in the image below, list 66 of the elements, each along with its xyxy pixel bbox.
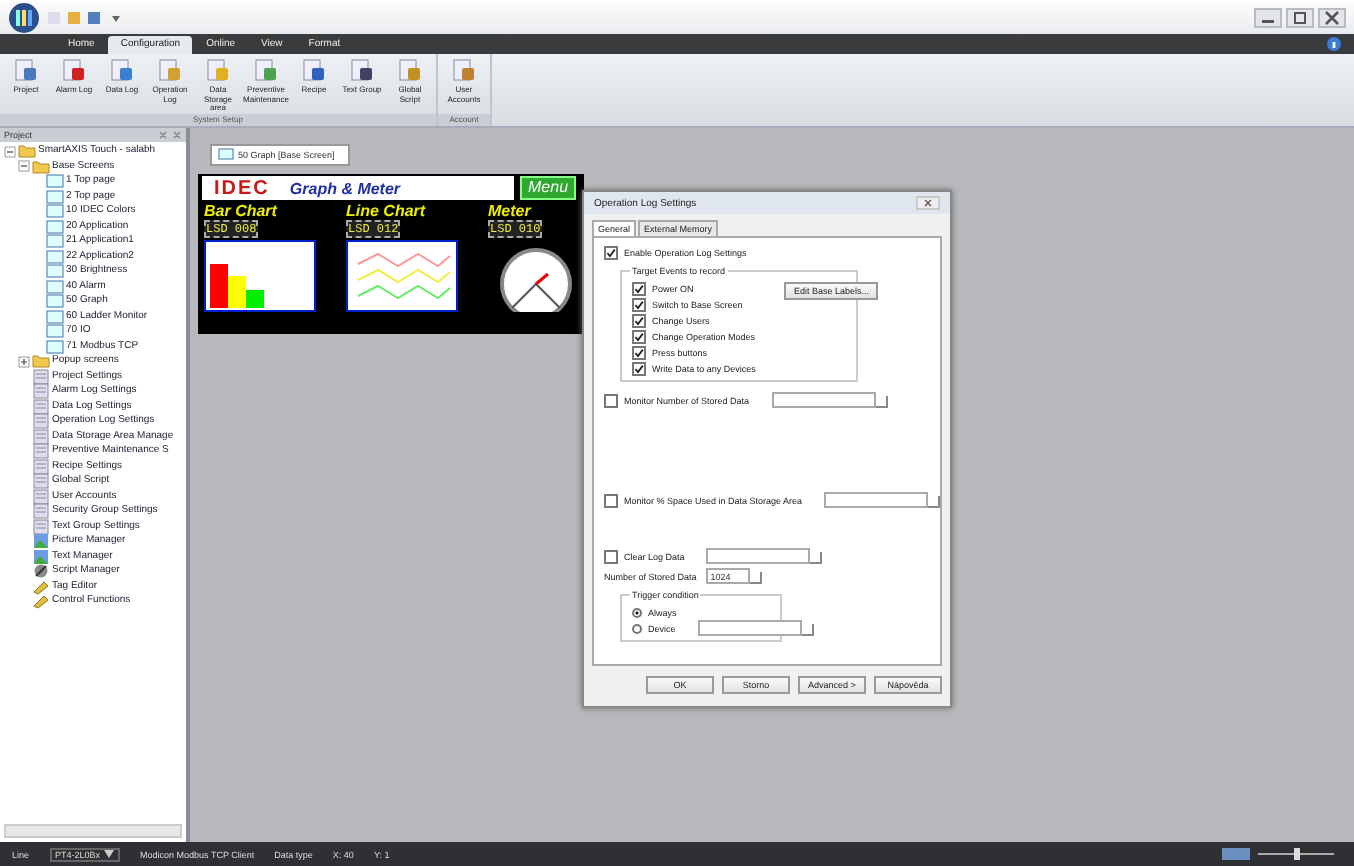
settings-icon: [32, 487, 50, 506]
collapse-icon[interactable]: [4, 145, 16, 158]
browse-button[interactable]: [928, 496, 941, 508]
radio-button[interactable]: [632, 623, 642, 633]
scrollbar[interactable]: [4, 824, 182, 838]
browse-button[interactable]: [875, 396, 888, 408]
document-icon: [110, 58, 134, 82]
settings-icon: [32, 397, 50, 416]
browse-button[interactable]: [801, 624, 814, 636]
document-icon: [350, 58, 374, 82]
settings-icon: [32, 517, 50, 536]
logo-text: IDEC: [214, 177, 270, 199]
settings-icon: [32, 457, 50, 476]
checkbox[interactable]: [604, 493, 618, 507]
checkbox[interactable]: [604, 245, 618, 259]
settings-icon: [32, 382, 50, 401]
document-icon: [206, 58, 230, 82]
settings-icon: [32, 367, 50, 386]
checkbox[interactable]: [632, 297, 646, 311]
pin-close-icon: [158, 129, 182, 141]
input-field[interactable]: [771, 392, 876, 408]
input-field[interactable]: [697, 620, 802, 636]
checkbox[interactable]: [632, 281, 646, 295]
checkbox[interactable]: [632, 313, 646, 327]
picture-icon: [32, 547, 50, 566]
browse-button[interactable]: [750, 572, 763, 584]
chart-title: Meter: [488, 202, 534, 220]
close-icon: [916, 196, 940, 210]
checkbox[interactable]: [632, 361, 646, 375]
collapse-icon[interactable]: [18, 160, 30, 173]
settings-icon: [32, 472, 50, 491]
settings-icon: [32, 427, 50, 446]
document-icon: [254, 58, 278, 82]
picture-icon: [32, 532, 50, 551]
help-icon: [1326, 36, 1342, 52]
settings-icon: [32, 412, 50, 431]
document-icon: [62, 58, 86, 82]
checkmark-icon: [606, 247, 616, 257]
document-icon: [302, 58, 326, 82]
bar-chart-drawing: [204, 240, 316, 312]
minimize-icon: [1254, 7, 1282, 27]
checkbox[interactable]: [604, 549, 618, 563]
checkbox[interactable]: [632, 329, 646, 343]
radio-button[interactable]: [632, 607, 642, 617]
maximize-icon: [1286, 7, 1314, 27]
chart-title: Bar Chart: [204, 202, 280, 220]
screen-icon: [218, 148, 234, 160]
input-field[interactable]: [706, 548, 811, 564]
checkbox[interactable]: [604, 393, 618, 407]
checkbox[interactable]: [632, 345, 646, 359]
browse-button[interactable]: [810, 552, 823, 564]
app-logo-icon: [8, 1, 40, 33]
line-chart-drawing: [346, 240, 458, 312]
settings-icon: [32, 502, 50, 521]
caret-icon: [104, 850, 115, 858]
screen-title: Graph & Meter: [289, 179, 401, 197]
folder-icon: [32, 352, 50, 371]
document-icon: [14, 58, 38, 82]
close-icon: [1318, 7, 1346, 27]
document-icon: [452, 58, 476, 82]
expand-icon[interactable]: [18, 355, 30, 368]
document-icon: [398, 58, 422, 82]
chart-title: Line Chart: [346, 202, 428, 220]
input-field[interactable]: [824, 492, 929, 508]
document-icon: [158, 58, 182, 82]
settings-icon: [32, 442, 50, 461]
